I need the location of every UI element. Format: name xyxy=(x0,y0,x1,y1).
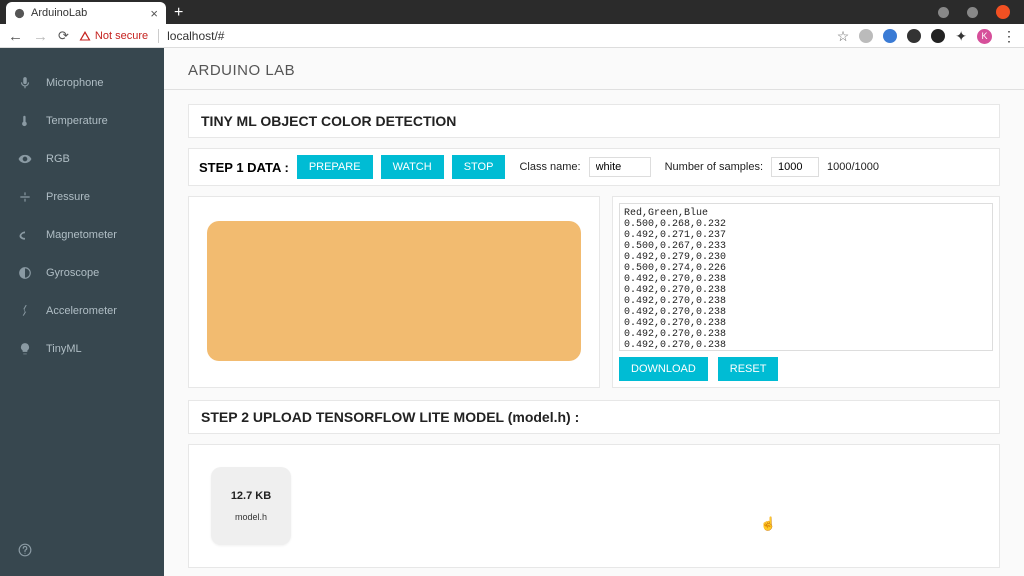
upload-panel[interactable]: 12.7 KB model.h xyxy=(188,444,1000,568)
data-log[interactable] xyxy=(619,203,993,351)
sidebar-item-label: Magnetometer xyxy=(46,229,117,241)
data-row: DOWNLOAD RESET xyxy=(188,196,1000,388)
sidebar-item-label: TinyML xyxy=(46,343,82,355)
back-button[interactable]: ← xyxy=(8,28,23,45)
extensions-area: ☆ ✦ K ⋮ xyxy=(837,28,1016,45)
extension-icon[interactable] xyxy=(883,29,897,43)
sidebar-item-tinyml[interactable]: TinyML xyxy=(0,330,164,368)
log-buttons: DOWNLOAD RESET xyxy=(619,351,993,381)
tab-favicon-icon xyxy=(14,8,25,19)
class-name-input[interactable] xyxy=(589,157,651,177)
chrome-menu-icon[interactable]: ⋮ xyxy=(1002,28,1016,45)
sidebar-item-microphone[interactable]: Microphone xyxy=(0,64,164,102)
extensions-menu-icon[interactable]: ✦ xyxy=(955,28,967,45)
content-area: TINY ML OBJECT COLOR DETECTION STEP 1 DA… xyxy=(164,90,1024,576)
extension-icon[interactable] xyxy=(931,29,945,43)
forward-button[interactable]: → xyxy=(33,28,48,45)
sidebar-item-gyroscope[interactable]: Gyroscope xyxy=(0,254,164,292)
tab-strip: ArduinoLab × + xyxy=(0,0,1024,24)
prepare-button[interactable]: PREPARE xyxy=(297,155,373,179)
address-bar: ← → ⟳ Not secure localhost/# ☆ ✦ K ⋮ xyxy=(0,24,1024,48)
window-minimize-icon[interactable] xyxy=(938,7,949,18)
app-header: ARDUINO LAB xyxy=(164,48,1024,90)
window-controls xyxy=(938,0,1024,24)
sidebar-item-label: Pressure xyxy=(46,191,90,203)
window-close-icon[interactable] xyxy=(996,5,1010,19)
reload-button[interactable]: ⟳ xyxy=(58,28,69,44)
sidebar-item-rgb[interactable]: RGB xyxy=(0,140,164,178)
step1-label: STEP 1 DATA : xyxy=(199,160,289,175)
download-button[interactable]: DOWNLOAD xyxy=(619,357,708,381)
watch-button[interactable]: WATCH xyxy=(381,155,444,179)
pressure-icon xyxy=(18,190,32,204)
class-name-label: Class name: xyxy=(519,161,580,173)
close-tab-icon[interactable]: × xyxy=(150,6,158,21)
main-panel: ARDUINO LAB TINY ML OBJECT COLOR DETECTI… xyxy=(164,48,1024,576)
profile-avatar[interactable]: K xyxy=(977,29,992,44)
sidebar: Microphone Temperature RGB Pressure Magn… xyxy=(0,48,164,576)
security-indicator[interactable]: Not secure xyxy=(79,30,148,42)
browser-tab[interactable]: ArduinoLab × xyxy=(6,2,166,24)
samples-counter: 1000/1000 xyxy=(827,161,879,173)
data-log-panel: DOWNLOAD RESET xyxy=(612,196,1000,388)
not-secure-label: Not secure xyxy=(95,30,148,42)
samples-label: Number of samples: xyxy=(665,161,763,173)
sidebar-item-magnetometer[interactable]: Magnetometer xyxy=(0,216,164,254)
magnet-icon xyxy=(18,228,32,242)
samples-input[interactable] xyxy=(771,157,819,177)
sidebar-item-label: Gyroscope xyxy=(46,267,99,279)
step2-label: STEP 2 UPLOAD TENSORFLOW LITE MODEL (mod… xyxy=(188,400,1000,434)
bookmark-star-icon[interactable]: ☆ xyxy=(837,28,850,45)
new-tab-button[interactable]: + xyxy=(174,4,183,22)
warning-icon xyxy=(79,30,91,42)
eye-icon xyxy=(18,152,32,166)
gyroscope-icon xyxy=(18,266,32,280)
microphone-icon xyxy=(18,76,32,90)
cursor-pointer-icon: ☝ xyxy=(760,516,776,532)
page-title: TINY ML OBJECT COLOR DETECTION xyxy=(188,104,1000,138)
browser-chrome: ArduinoLab × + ← → ⟳ Not secure localhos… xyxy=(0,0,1024,48)
file-card[interactable]: 12.7 KB model.h xyxy=(211,467,291,545)
sidebar-item-label: Accelerometer xyxy=(46,305,117,317)
color-swatch-panel xyxy=(188,196,600,388)
color-swatch xyxy=(207,221,581,361)
window-maximize-icon[interactable] xyxy=(967,7,978,18)
reset-button[interactable]: RESET xyxy=(718,357,779,381)
step1-toolbar: STEP 1 DATA : PREPARE WATCH STOP Class n… xyxy=(188,148,1000,186)
bulb-icon xyxy=(18,342,32,356)
sidebar-item-label: Temperature xyxy=(46,115,108,127)
app-root: Microphone Temperature RGB Pressure Magn… xyxy=(0,48,1024,576)
app-title: ARDUINO LAB xyxy=(188,62,295,79)
sidebar-item-label: Microphone xyxy=(46,77,103,89)
help-icon xyxy=(18,543,32,557)
file-size-label: 12.7 KB xyxy=(231,490,271,502)
stop-button[interactable]: STOP xyxy=(452,155,506,179)
sidebar-item-accelerometer[interactable]: Accelerometer xyxy=(0,292,164,330)
tab-title: ArduinoLab xyxy=(31,7,87,19)
thermometer-icon xyxy=(18,114,32,128)
extension-icon[interactable] xyxy=(859,29,873,43)
sidebar-item-label: RGB xyxy=(46,153,70,165)
sidebar-help[interactable] xyxy=(0,529,164,576)
file-name-label: model.h xyxy=(235,512,267,522)
sidebar-item-temperature[interactable]: Temperature xyxy=(0,102,164,140)
sidebar-item-pressure[interactable]: Pressure xyxy=(0,178,164,216)
url-text[interactable]: localhost/# xyxy=(158,29,224,43)
extension-icon[interactable] xyxy=(907,29,921,43)
accelerometer-icon xyxy=(18,304,32,318)
